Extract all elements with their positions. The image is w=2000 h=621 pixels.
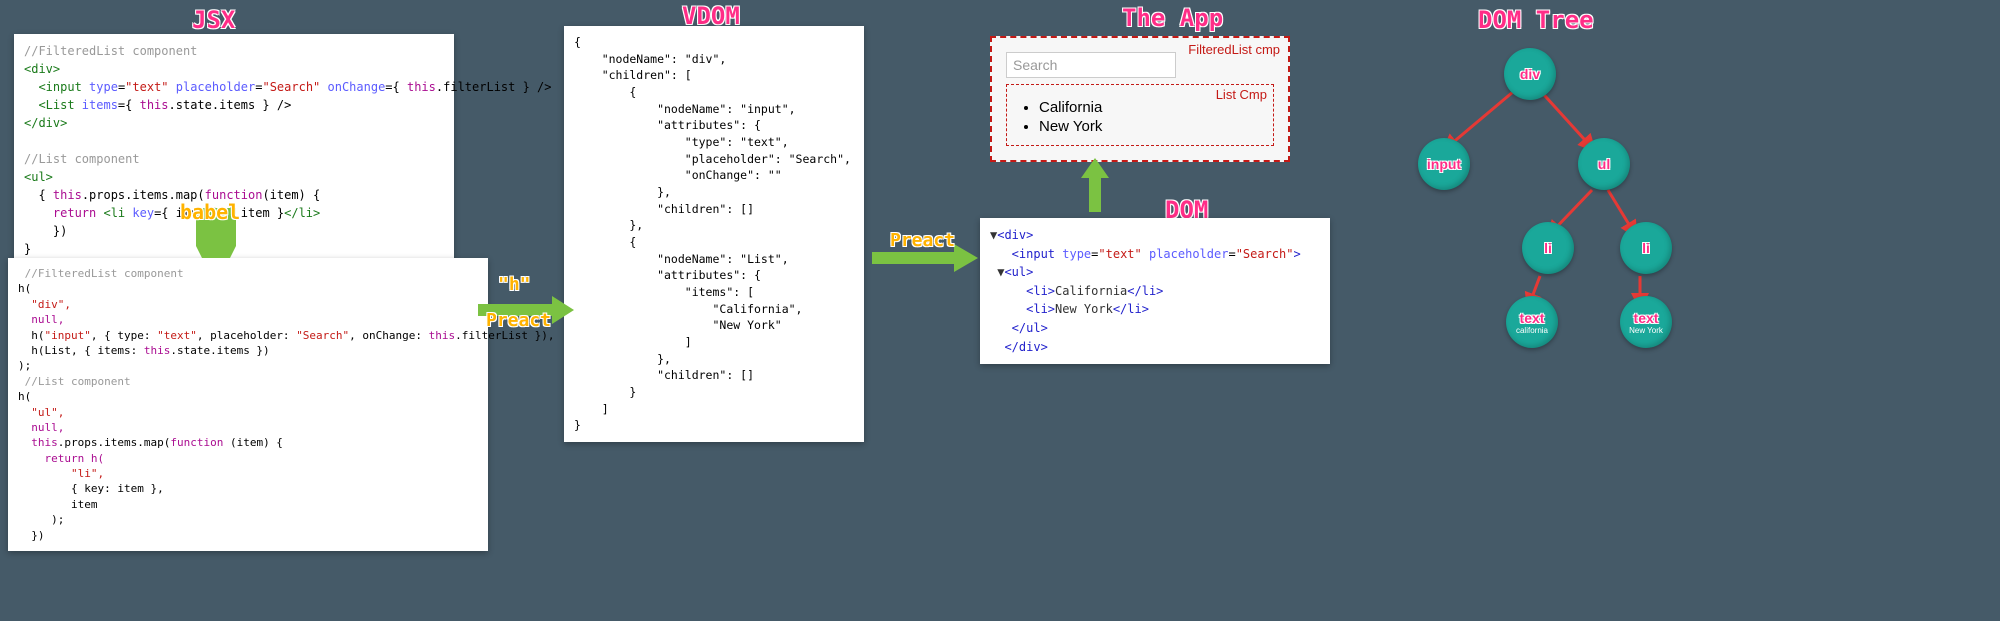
app-search-input[interactable]: Search [1006, 52, 1176, 78]
app-label-list: List Cmp [1216, 87, 1267, 102]
tree-node-text-1: textcalifornia [1506, 296, 1558, 348]
tree-node-li-1: li [1522, 222, 1574, 274]
app-label-filteredlist: FilteredList cmp [1188, 42, 1280, 57]
label-h: "h" [498, 274, 531, 295]
vdom-panel: { "nodeName": "div", "children": [ { "no… [564, 26, 864, 442]
tree-node-ul: ul [1578, 138, 1630, 190]
app-list-item: New York [1039, 118, 1263, 135]
purejs-panel: //FilteredList component h( "div", null,… [8, 258, 488, 551]
app-preview: FilteredList cmp Search List Cmp Califor… [990, 36, 1290, 162]
tree-node-input: input [1418, 138, 1470, 190]
heading-theapp: The App [1122, 4, 1223, 32]
arrow-dom-to-app [1075, 158, 1115, 216]
heading-domtree: DOM Tree [1478, 6, 1594, 34]
dom-panel: ▼<div> <input type="text" placeholder="S… [980, 218, 1330, 364]
app-list: California New York [1039, 99, 1263, 135]
tree-node-div: div [1504, 48, 1556, 100]
label-preact-2: Preact [890, 230, 955, 251]
heading-jsx: JSX [192, 6, 235, 34]
tree-node-li-2: li [1620, 222, 1672, 274]
tree-node-text-2: textNew York [1620, 296, 1672, 348]
label-preact-1: Preact [486, 310, 551, 331]
label-babel: babel [180, 200, 240, 224]
